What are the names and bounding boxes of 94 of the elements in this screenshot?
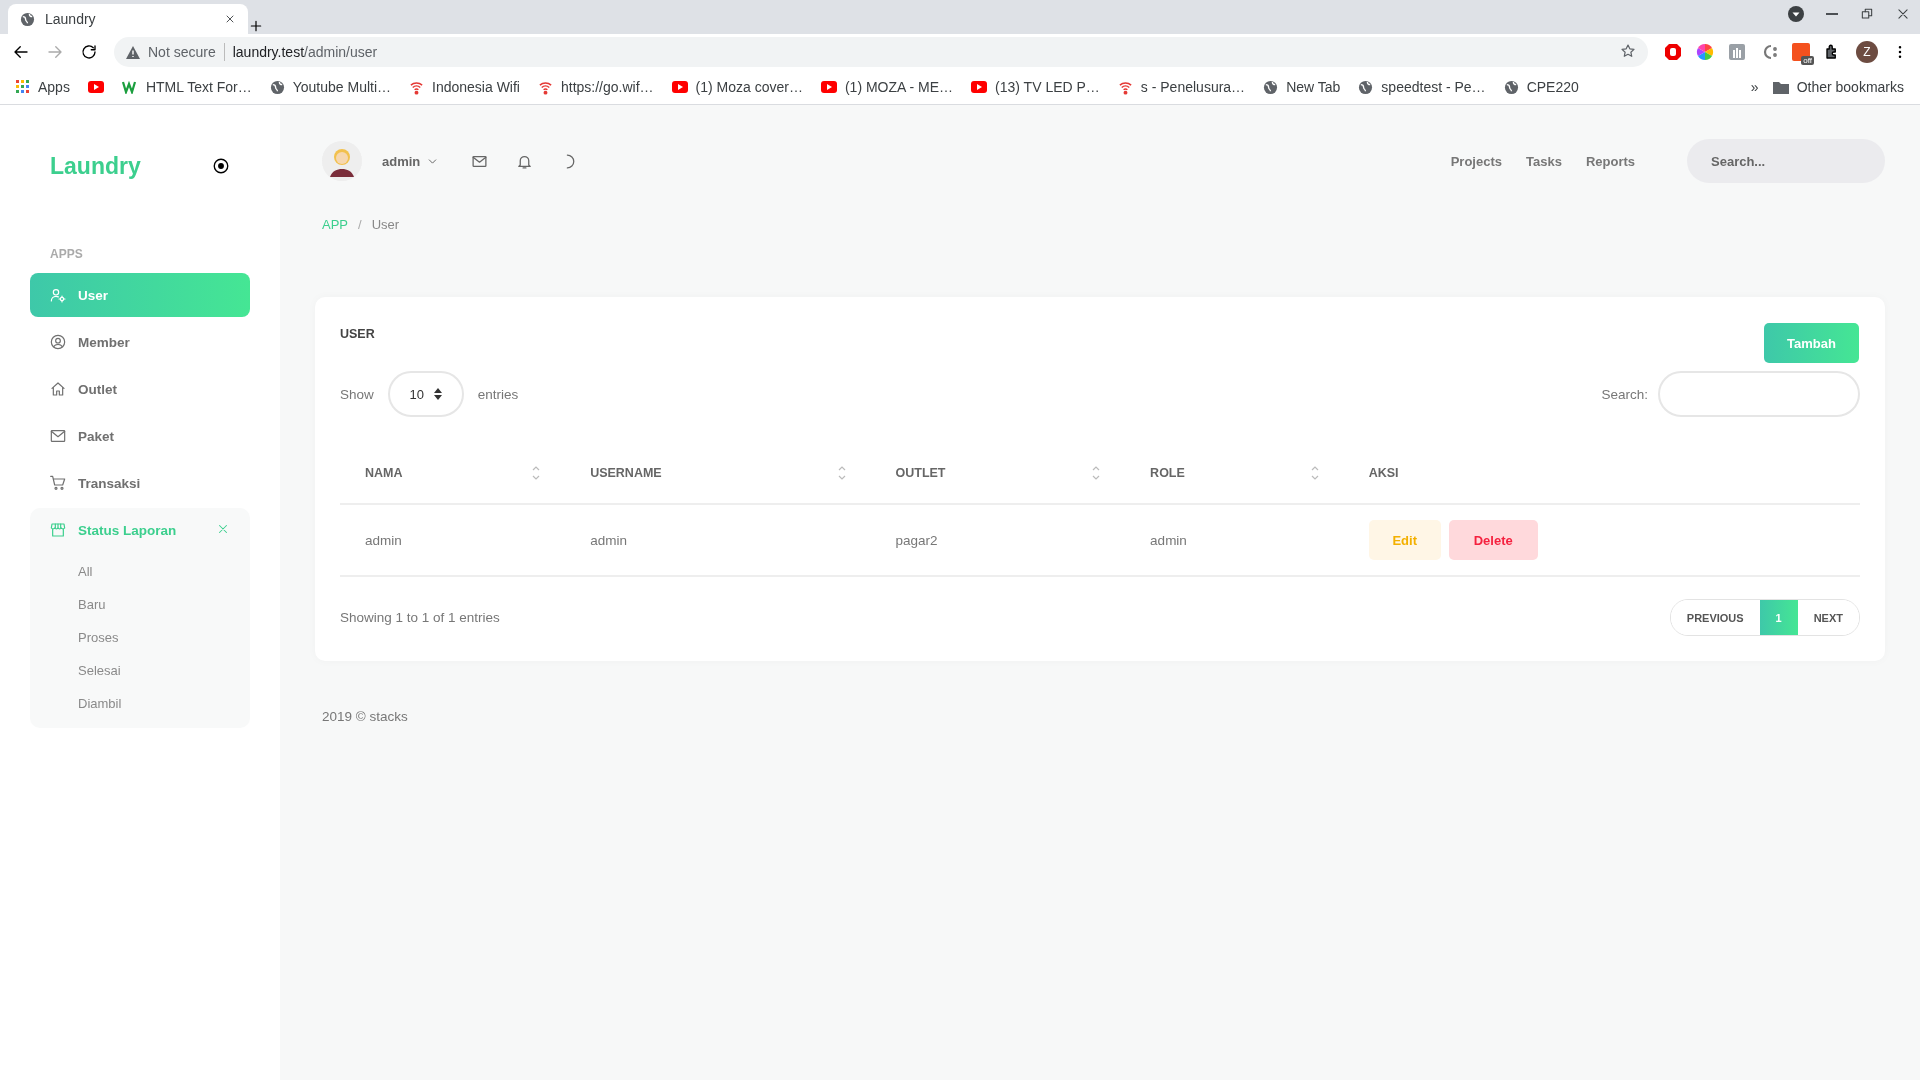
globe-icon	[1503, 79, 1519, 95]
sort-icon	[1092, 465, 1101, 481]
bookmark[interactable]: New Tab	[1257, 79, 1347, 95]
user-menu[interactable]: admin	[382, 153, 440, 169]
bookmark[interactable]: (13) TV LED P…	[965, 79, 1106, 95]
more-bookmarks[interactable]: »	[1750, 79, 1759, 95]
table-cell: admin	[340, 504, 566, 576]
close-icon	[224, 13, 236, 25]
bookmark[interactable]: s - Penelusura…	[1111, 79, 1252, 95]
app-logo: Laundry	[50, 152, 141, 180]
bookmark-folder[interactable]: Other bookmarks	[1766, 79, 1910, 95]
card-title: USER	[340, 326, 375, 341]
restore-icon	[1860, 7, 1874, 21]
sidebar-item[interactable]: Transaksi	[30, 461, 250, 505]
submenu-item[interactable]: Diambil	[30, 687, 250, 720]
browser-tab[interactable]: Laundry	[8, 4, 248, 34]
globe-icon	[1358, 79, 1374, 95]
sidebar-item[interactable]: Outlet	[30, 367, 250, 411]
cart-icon	[50, 475, 66, 491]
wifi-icon	[538, 79, 553, 95]
column-header[interactable]: ROLE	[1125, 443, 1344, 504]
sidebar-item[interactable]: Paket	[30, 414, 250, 458]
column-header[interactable]: OUTLET	[870, 443, 1126, 504]
submenu-item[interactable]: All	[30, 555, 250, 588]
globe-icon	[269, 79, 285, 95]
address-bar[interactable]: Not secure laundry.test/admin/user	[114, 37, 1648, 67]
table-cell: admin	[565, 504, 871, 576]
bookmark[interactable]: Indonesia Wifi	[403, 79, 526, 95]
w-icon	[121, 80, 138, 94]
bookmark[interactable]: (1) Moza cover…	[665, 79, 809, 95]
color-wheel-icon[interactable]	[1696, 43, 1714, 61]
new-tab-icon	[248, 18, 264, 34]
bookmark[interactable]: CPE220	[1497, 79, 1585, 95]
reload-icon	[80, 43, 98, 61]
warning-icon	[126, 45, 140, 59]
home-icon	[50, 381, 66, 397]
column-header: AKSI	[1343, 443, 1860, 504]
delete-button[interactable]: Delete	[1448, 520, 1538, 560]
play-icon	[671, 81, 688, 93]
stop-hand-icon[interactable]	[1664, 43, 1682, 61]
nav-link[interactable]: Tasks	[1525, 153, 1562, 169]
play-icon	[971, 81, 988, 93]
submenu-item[interactable]: Baru	[30, 588, 250, 621]
bookmark[interactable]: https://go.wif…	[532, 79, 660, 95]
bookmark[interactable]: HTML Text For…	[115, 79, 258, 95]
store-icon	[50, 522, 66, 538]
wifi-icon	[409, 79, 425, 95]
nav-link[interactable]: Reports	[1585, 153, 1635, 169]
sort-icon	[1310, 465, 1319, 481]
target-icon	[212, 157, 230, 175]
play-icon	[820, 81, 837, 93]
dropdown-icon[interactable]	[1788, 6, 1804, 22]
entries-label: entries	[477, 386, 519, 402]
sort-icon	[532, 465, 541, 481]
bookmark[interactable]: Youtube Multi…	[263, 79, 398, 95]
bookmark[interactable]: (1) MOZA - ME…	[814, 79, 960, 95]
url-text: laundry.test/admin/user	[232, 44, 378, 60]
breadcrumb-item: User	[371, 217, 400, 234]
column-header[interactable]: USERNAME	[565, 443, 871, 504]
show-label: Show	[340, 386, 374, 402]
section-label: APPS	[49, 246, 84, 263]
mail-icon	[50, 428, 66, 444]
table-cell: admin	[1125, 504, 1344, 576]
bookmark[interactable]: Apps	[10, 79, 76, 95]
close-icon	[1896, 7, 1910, 21]
user-circle-icon	[50, 334, 66, 350]
search-label: Search:	[1601, 386, 1648, 402]
folder-icon	[1772, 80, 1789, 94]
page-size-select[interactable]: 10	[387, 371, 464, 417]
column-header[interactable]: NAMA	[340, 443, 566, 504]
wifi-icon	[1117, 79, 1133, 95]
footer-text: 2019 © stacks	[322, 709, 409, 724]
sort-icon	[837, 465, 846, 481]
table-search-field[interactable]	[1658, 371, 1860, 417]
up-down-arrows-icon	[434, 388, 442, 400]
table-cell: pagar2	[870, 504, 1126, 576]
nav-link[interactable]: Projects	[1450, 153, 1502, 169]
back-icon	[12, 43, 30, 61]
bookmark[interactable]: speedtest - Pe…	[1352, 79, 1492, 95]
globe-icon	[1263, 79, 1279, 95]
forward-icon	[46, 43, 64, 61]
star-icon	[1620, 42, 1636, 59]
submenu-item[interactable]: Selesai	[30, 654, 250, 687]
user-gear-icon	[50, 287, 66, 303]
sidebar-item[interactable]: Member	[30, 320, 250, 364]
security-label: Not secure	[148, 44, 216, 60]
profile-avatar[interactable]: Z	[1856, 41, 1878, 63]
table-info: Showing 1 to 1 of 1 entries	[340, 610, 500, 625]
submenu-item[interactable]: Proses	[30, 621, 250, 654]
play-icon	[87, 81, 104, 93]
apps-grid-icon	[16, 80, 30, 94]
globe-icon	[20, 11, 35, 27]
search-field[interactable]: Search...	[1687, 139, 1885, 183]
breadcrumb-separator: /	[358, 217, 362, 234]
